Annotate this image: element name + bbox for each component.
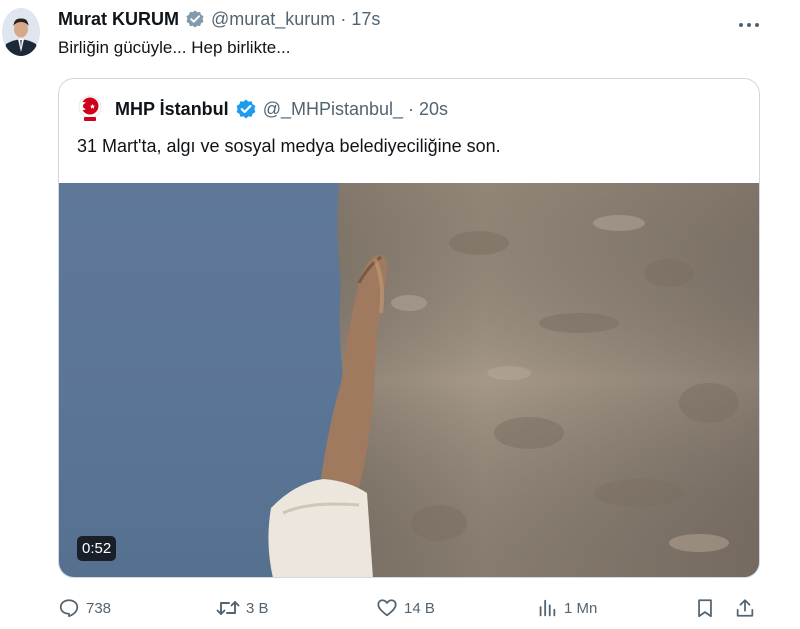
quoted-tweet-text: 31 Mart'ta, algı ve sosyal medya belediy… — [77, 136, 501, 156]
tweet-header: Murat KURUM @murat_kurum · 17s — [58, 8, 380, 30]
bookmark-button[interactable] — [694, 592, 722, 624]
action-bar: 738 3 B 14 B 1 Mn — [58, 592, 758, 624]
separator-dot: · — [340, 8, 347, 29]
like-count: 14 B — [404, 599, 435, 617]
author-name[interactable]: Murat KURUM — [58, 9, 179, 30]
verified-blue-icon[interactable] — [235, 98, 257, 120]
reply-icon — [59, 599, 79, 618]
tweet-text: Birliğin gücüyle... Hep birlikte... — [58, 38, 291, 57]
quoted-tweet-header: MHP İstanbul @_MHPistanbul_ · 20s — [77, 95, 448, 123]
analytics-icon — [539, 599, 556, 617]
quoted-author-name[interactable]: MHP İstanbul — [115, 99, 229, 120]
heart-icon — [377, 599, 397, 617]
views-count: 1 Mn — [564, 599, 598, 617]
video-thumbnail — [268, 183, 759, 577]
quoted-author-handle[interactable]: @_MHPistanbul_ — [263, 99, 403, 120]
verified-gray-icon[interactable] — [185, 9, 205, 29]
separator-dot: · — [408, 98, 415, 119]
timestamp[interactable]: 17s — [351, 9, 380, 30]
repost-icon — [216, 601, 240, 615]
like-button[interactable]: 14 B — [376, 592, 435, 624]
video-player[interactable]: 0:52 — [59, 183, 759, 577]
repost-count: 3 B — [246, 599, 269, 617]
more-options-icon[interactable] — [738, 16, 760, 27]
repost-button[interactable]: 3 B — [216, 592, 269, 624]
mhp-logo-icon[interactable] — [77, 95, 103, 123]
video-duration: 0:52 — [77, 536, 117, 561]
reply-count: 738 — [86, 599, 112, 617]
reply-button[interactable]: 738 — [58, 592, 111, 624]
quoted-tweet-card[interactable]: MHP İstanbul @_MHPistanbul_ · 20s 31 Mar… — [58, 78, 760, 578]
quoted-timestamp[interactable]: 20s — [419, 99, 448, 120]
avatar[interactable] — [2, 8, 40, 56]
author-handle[interactable]: @murat_kurum — [211, 9, 335, 30]
share-button[interactable] — [734, 592, 762, 624]
bookmark-icon — [698, 599, 712, 618]
avatar-image — [2, 8, 40, 56]
share-icon — [736, 599, 754, 617]
views-button[interactable]: 1 Mn — [536, 592, 597, 624]
